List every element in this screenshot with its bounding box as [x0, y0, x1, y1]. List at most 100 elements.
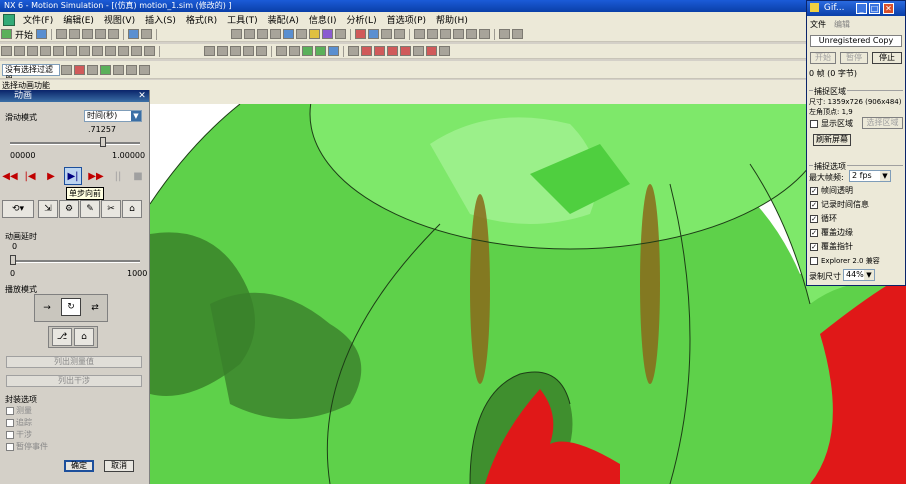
show-area-option[interactable]: 显示区域 — [810, 118, 853, 129]
paste-icon[interactable] — [82, 29, 94, 39]
checkbox[interactable] — [6, 442, 14, 451]
pause-icon[interactable]: || — [110, 168, 126, 184]
seal-option-interference[interactable]: 干涉 — [6, 429, 32, 440]
joint-icon[interactable] — [40, 46, 51, 56]
export-icon[interactable] — [256, 46, 267, 56]
analysis-icon[interactable] — [355, 29, 367, 39]
measure-icon[interactable]: ✎ — [80, 200, 100, 218]
save-icon[interactable] — [36, 29, 48, 39]
articulation-icon[interactable]: ⚙ — [59, 200, 79, 218]
checkbox-checked-icon[interactable]: ✓ — [810, 200, 818, 209]
gif-window-title-bar[interactable]: Gif... _ □ ✕ — [807, 1, 905, 16]
box-icon[interactable] — [381, 29, 393, 39]
stop-icon[interactable] — [426, 46, 437, 56]
driver-icon[interactable] — [131, 46, 142, 56]
menu-edit[interactable]: 编辑(E) — [58, 13, 99, 26]
snap-quad-icon[interactable] — [466, 29, 478, 39]
rotate-icon[interactable] — [270, 29, 282, 39]
list-measurements-button[interactable]: 列出测量值 — [6, 356, 142, 368]
start-button[interactable]: 开始 — [13, 28, 35, 41]
measure-icon[interactable] — [368, 29, 380, 39]
copy-icon[interactable] — [69, 29, 81, 39]
arrow-icon[interactable] — [302, 46, 313, 56]
menu-assembly[interactable]: 装配(A) — [263, 13, 304, 26]
max-fps-dropdown[interactable]: 2 fps ▼ — [849, 170, 891, 182]
play-once-icon[interactable]: → — [37, 299, 57, 317]
checkbox-checked-icon[interactable]: ✓ — [810, 242, 818, 251]
filter-icon[interactable] — [141, 29, 153, 39]
step-back-icon[interactable]: |◀ — [22, 168, 38, 184]
play-icon[interactable] — [374, 46, 385, 56]
layer-icon[interactable] — [335, 29, 347, 39]
option-cover-pointer[interactable]: ✓ 覆盖指针 — [810, 241, 853, 252]
contact-icon[interactable] — [118, 46, 129, 56]
solver-icon[interactable] — [144, 46, 155, 56]
close-icon[interactable]: ✕ — [883, 3, 894, 14]
checkbox-checked-icon[interactable]: ✓ — [810, 214, 818, 223]
menu-format[interactable]: 格式(R) — [181, 13, 222, 26]
refresh-screen-button[interactable]: 刷新屏幕 — [813, 134, 851, 146]
extra-icon[interactable] — [512, 29, 524, 39]
loop-icon[interactable] — [439, 46, 450, 56]
menu-info[interactable]: 信息(I) — [304, 13, 342, 26]
seal-option-pause-event[interactable]: 暂停事件 — [6, 441, 48, 452]
solve-icon[interactable] — [217, 46, 228, 56]
loop-mode-dropdown[interactable]: ⟲▾ — [2, 200, 34, 218]
perspective-icon[interactable] — [283, 29, 295, 39]
select-area-button[interactable]: 选择区域 — [862, 117, 903, 129]
delay-slider-track[interactable] — [10, 260, 140, 263]
motion-icon[interactable] — [1, 46, 12, 56]
extra-icon[interactable] — [499, 29, 511, 39]
cut-icon[interactable] — [56, 29, 68, 39]
fast-forward-icon[interactable]: ▶▶ — [88, 168, 104, 184]
graph-icon[interactable] — [243, 46, 254, 56]
slide-mode-dropdown[interactable]: 时间(秒) ▼ — [84, 110, 142, 122]
menu-file[interactable]: 文件(F) — [18, 13, 58, 26]
delay-slider-thumb[interactable] — [10, 255, 16, 265]
snap-icon[interactable] — [126, 64, 137, 75]
stop-icon[interactable]: ■ — [130, 168, 146, 184]
checkbox[interactable] — [810, 257, 818, 265]
seal-option-measure[interactable]: 测量 — [6, 405, 32, 416]
ok-button[interactable]: 确定 — [64, 460, 94, 472]
rewind-icon[interactable] — [348, 46, 359, 56]
interference-icon[interactable]: ✂ — [101, 200, 121, 218]
graphics-viewport[interactable] — [150, 104, 906, 484]
loop-play-icon[interactable]: ↻ — [61, 298, 81, 316]
arrow-icon[interactable] — [328, 46, 339, 56]
orient-icon[interactable] — [296, 29, 308, 39]
select-all-icon[interactable] — [74, 64, 85, 75]
reset-icon[interactable]: ⌂ — [122, 200, 142, 218]
zoom-icon[interactable] — [244, 29, 256, 39]
menu-tools[interactable]: 工具(T) — [222, 13, 263, 26]
chevron-down-icon[interactable]: ▼ — [864, 270, 874, 280]
snap-point-icon[interactable] — [427, 29, 439, 39]
gif-menu-edit[interactable]: 编辑 — [834, 19, 850, 30]
checkbox-checked-icon[interactable]: ✓ — [810, 186, 818, 195]
home-icon[interactable]: ⌂ — [74, 328, 94, 346]
step-forward-icon[interactable] — [387, 46, 398, 56]
snap-end-icon[interactable] — [479, 29, 491, 39]
shade-icon[interactable] — [322, 29, 334, 39]
snap-icon[interactable] — [113, 64, 124, 75]
delete-icon[interactable] — [95, 29, 107, 39]
pan-icon[interactable] — [257, 29, 269, 39]
articulation-icon[interactable] — [289, 46, 300, 56]
option-loop[interactable]: ✓ 循环 — [810, 213, 837, 224]
start-icon[interactable] — [1, 29, 12, 39]
option-cover-edge[interactable]: ✓ 覆盖边缘 — [810, 227, 853, 238]
step-forward-button[interactable]: ▶| — [64, 167, 82, 185]
snap-mid-icon[interactable] — [440, 29, 452, 39]
gif-start-button[interactable]: 开始 — [810, 52, 836, 64]
snap-icon[interactable] — [100, 64, 111, 75]
record-size-dropdown[interactable]: 44% ▼ — [843, 269, 875, 281]
select-icon[interactable] — [128, 29, 140, 39]
spring-icon[interactable] — [53, 46, 64, 56]
marker-icon[interactable] — [105, 46, 116, 56]
time-slider-track[interactable] — [10, 142, 140, 145]
joint-icon[interactable] — [27, 46, 38, 56]
pause-icon[interactable] — [413, 46, 424, 56]
undo-icon[interactable] — [108, 29, 120, 39]
step-back-icon[interactable] — [361, 46, 372, 56]
animation-dialog-title-bar[interactable]: 动画 ✕ — [0, 90, 149, 102]
